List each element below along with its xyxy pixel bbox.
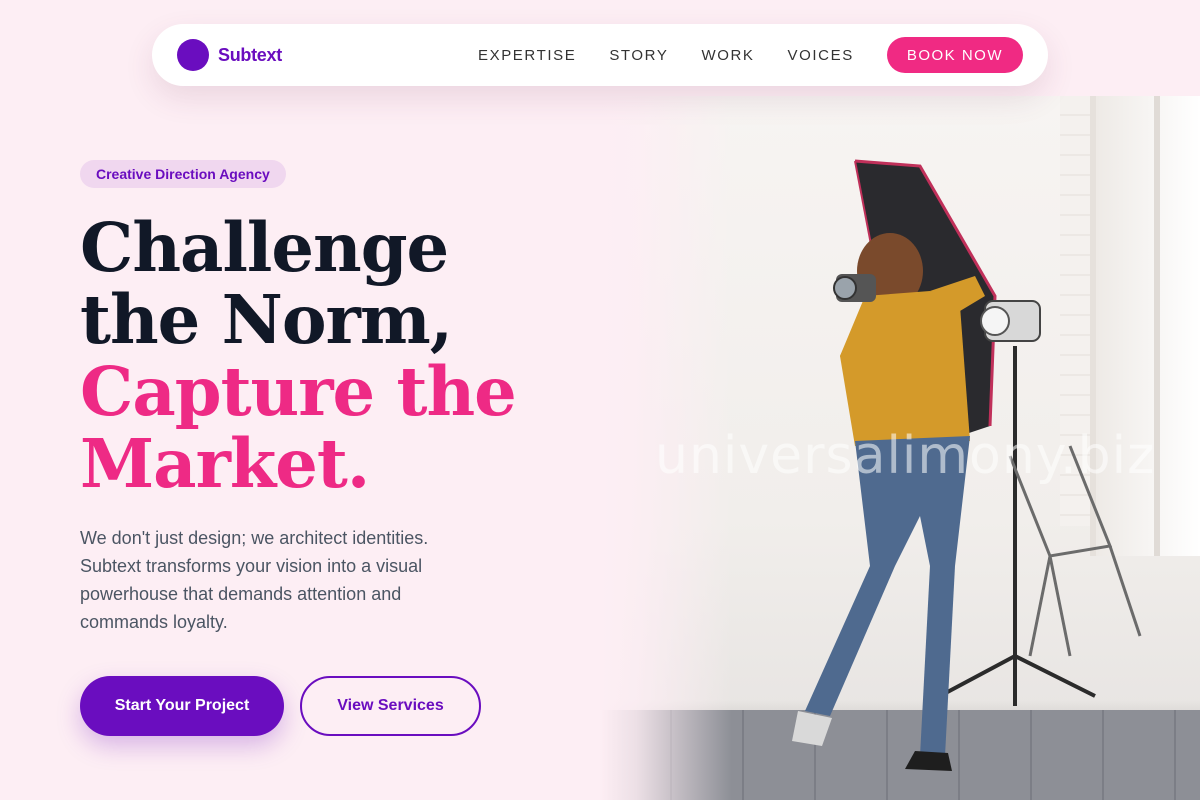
top-navbar: Subtext EXPERTISE STORY WORK VOICES BOOK… <box>152 24 1048 86</box>
hero-photo: universalimony.biz <box>600 96 1200 800</box>
book-now-button[interactable]: BOOK NOW <box>886 37 1023 73</box>
view-services-button[interactable]: View Services <box>300 676 481 736</box>
headline-line-1: Challenge <box>80 208 449 287</box>
hero-subcopy: We don't just design; we architect ident… <box>80 528 429 632</box>
nav-link-work[interactable]: WORK <box>701 47 754 64</box>
headline-line-2: the Norm, <box>80 280 453 359</box>
brand-logo[interactable]: Subtext <box>177 39 282 71</box>
hero-headline: Challenge the Norm, Capture the Market. <box>80 212 580 500</box>
nav-link-expertise[interactable]: EXPERTISE <box>478 47 576 64</box>
headline-line-4: Market. <box>80 424 370 503</box>
nav-link-story[interactable]: STORY <box>609 47 668 64</box>
brand-name: Subtext <box>218 44 282 65</box>
nav-link-voices[interactable]: VOICES <box>788 47 854 64</box>
watermark: universalimony.biz <box>655 426 1156 486</box>
nav-links: EXPERTISE STORY WORK VOICES BOOK NOW <box>478 37 1023 73</box>
logo-circle-icon <box>177 39 209 71</box>
headline-line-3: Capture the <box>80 352 517 431</box>
start-project-button[interactable]: Start Your Project <box>80 676 284 736</box>
category-badge: Creative Direction Agency <box>80 160 286 188</box>
